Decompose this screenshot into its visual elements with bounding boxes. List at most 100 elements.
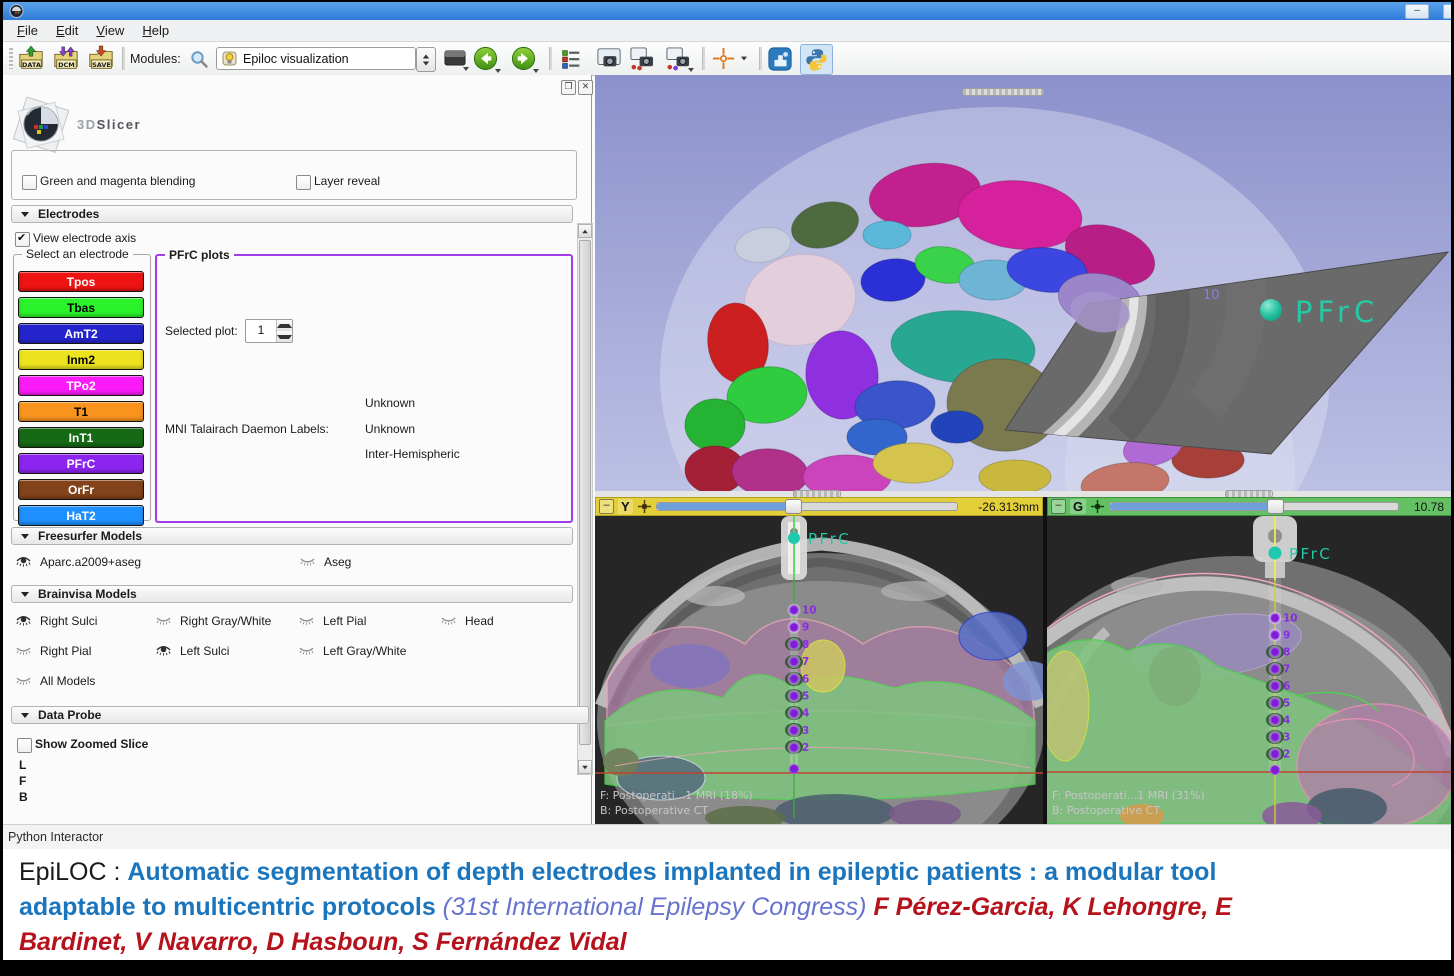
eye-open-icon[interactable] [15, 613, 32, 629]
slice-collapse-button[interactable]: – [1051, 499, 1066, 514]
layer-reveal-checkbox[interactable] [296, 175, 311, 190]
scene-views-restore-button[interactable] [663, 45, 691, 72]
title-bar[interactable]: – [3, 2, 1451, 20]
crosshair-menu-button[interactable] [736, 45, 752, 72]
panel-close-button[interactable]: ✕ [578, 80, 593, 95]
save-button[interactable]: SAVE [87, 45, 115, 72]
maximize-button-clipped[interactable] [1443, 4, 1451, 19]
electrode-button-inm2[interactable]: Inm2 [18, 349, 144, 370]
toolbar-separator [122, 47, 125, 70]
probe-coord-f: F [19, 774, 26, 788]
extensions-manager-button[interactable] [766, 45, 794, 72]
python-interactor-strip[interactable]: Python Interactor [3, 824, 1451, 849]
electrode-button-pfrc[interactable]: PFrC [18, 453, 144, 474]
eye-closed-icon[interactable] [155, 613, 172, 629]
selected-plot-spinbox[interactable]: 1 [245, 319, 293, 343]
model-item-right-sulci[interactable]: Right Sulci [15, 612, 155, 629]
eye-open-icon[interactable] [15, 554, 32, 570]
model-item-aseg[interactable]: Aseg [299, 553, 571, 570]
module-history-forward-button[interactable] [509, 45, 537, 72]
section-electrodes[interactable]: Electrodes [11, 205, 573, 223]
module-history-back-button[interactable] [471, 45, 499, 72]
electrode-button-tpo2[interactable]: TPo2 [18, 375, 144, 396]
eye-open-icon[interactable] [155, 643, 172, 659]
slice-collapse-button[interactable]: – [599, 499, 614, 514]
slice-axis-label[interactable]: G [1070, 499, 1086, 514]
screenshot-icon [596, 46, 622, 71]
slice-axis-label[interactable]: Y [618, 499, 633, 514]
dcm-folder-icon: DCM [52, 45, 80, 73]
show-zoomed-slice-checkbox[interactable] [17, 738, 32, 753]
electrode-button-tbas[interactable]: Tbas [18, 297, 144, 318]
svg-text:8: 8 [1283, 647, 1290, 659]
eye-closed-icon[interactable] [440, 613, 457, 629]
svg-text:3: 3 [1283, 732, 1290, 744]
data-button[interactable]: DATA [17, 45, 45, 72]
threed-view[interactable]: 10 PFrC [595, 75, 1451, 491]
slider-handle[interactable] [785, 499, 802, 514]
electrode-button-hat2[interactable]: HaT2 [18, 505, 144, 526]
dropdown-arrow-icon [741, 57, 747, 61]
python-interactor-button[interactable] [800, 44, 833, 75]
scroll-down-button[interactable] [578, 760, 592, 774]
eye-closed-icon[interactable] [298, 643, 315, 659]
slice-overlay-foreground: F: Postoperati...1 MRI (31%) [1052, 789, 1205, 802]
slice-view-yellow[interactable]: PFrC F: Postoperati...1 MRI (18%) B: Pos… [595, 516, 1043, 824]
menu-help[interactable]: Help [136, 21, 181, 40]
panel-float-button[interactable]: ❐ [561, 80, 576, 95]
slice-offset-slider[interactable] [656, 502, 958, 511]
slice-bar-yellow: – Y -26.313mm [595, 497, 1043, 516]
model-item-all-models[interactable]: All Models [15, 672, 155, 689]
section-brainvisa-models[interactable]: Brainvisa Models [11, 585, 573, 603]
electrode-button-amt2[interactable]: AmT2 [18, 323, 144, 344]
model-item-aparc-a2009-aseg[interactable]: Aparc.a2009+aseg [15, 553, 299, 570]
module-search-button[interactable] [185, 45, 213, 72]
dropdown-arrow-icon [533, 69, 539, 73]
modules-list-button[interactable] [557, 45, 585, 72]
toolbar-grip[interactable] [9, 48, 13, 69]
show-module-panel-button[interactable] [441, 45, 469, 72]
model-item-right-pial[interactable]: Right Pial [15, 642, 155, 659]
scroll-up-button[interactable] [578, 224, 592, 238]
screenshot-button[interactable] [595, 45, 623, 72]
electrode-button-int1[interactable]: InT1 [18, 427, 144, 448]
crosshair-button[interactable] [709, 45, 737, 72]
slider-handle[interactable] [1267, 499, 1284, 514]
module-selector-combobox[interactable]: Epiloc visualization [216, 47, 416, 70]
slice-pin-icon[interactable] [1090, 499, 1105, 514]
view-electrode-axis-checkbox[interactable] [15, 232, 30, 247]
menu-view[interactable]: View [90, 21, 136, 40]
model-item-left-sulci[interactable]: Left Sulci [155, 642, 298, 659]
eye-closed-icon[interactable] [298, 613, 315, 629]
panel-scrollbar[interactable] [577, 223, 593, 775]
scrollbar-thumb[interactable] [579, 240, 591, 745]
eye-closed-icon[interactable] [15, 643, 32, 659]
menu-file[interactable]: File [11, 21, 50, 40]
dcm-button[interactable]: DCM [52, 45, 80, 72]
slice-view-green[interactable]: PFrC F: Postoperati...1 MRI (31%) B: Pos… [1047, 516, 1451, 824]
spinbox-arrows[interactable] [276, 320, 292, 342]
eye-closed-icon[interactable] [15, 673, 32, 689]
view-splitter-handle[interactable] [962, 88, 1044, 96]
electrode-button-tpos[interactable]: Tpos [18, 271, 144, 292]
menu-edit[interactable]: Edit [50, 21, 90, 40]
section-freesurfer-models[interactable]: Freesurfer Models [11, 527, 573, 545]
section-data-probe[interactable]: Data Probe [11, 706, 589, 724]
eye-closed-icon[interactable] [299, 554, 316, 570]
model-item-left-gray-white[interactable]: Left Gray/White [298, 642, 440, 659]
slice-pin-icon[interactable] [637, 499, 652, 514]
slice-offset-slider[interactable] [1109, 502, 1399, 511]
model-item-left-pial[interactable]: Left Pial [298, 612, 440, 629]
electrode-button-orfr[interactable]: OrFr [18, 479, 144, 500]
module-combo-spinner[interactable] [416, 47, 436, 72]
scene-view-icon [628, 46, 655, 71]
svg-text:3: 3 [802, 725, 809, 737]
green-magenta-checkbox[interactable] [22, 175, 37, 190]
contact-number-3d: 10 [1203, 288, 1220, 303]
model-item-head[interactable]: Head [440, 612, 571, 629]
electrode-button-t1[interactable]: T1 [18, 401, 144, 422]
search-icon [189, 49, 209, 69]
minimize-button[interactable]: – [1405, 4, 1429, 19]
model-item-right-gray-white[interactable]: Right Gray/White [155, 612, 298, 629]
scene-views-capture-button[interactable] [627, 45, 655, 72]
